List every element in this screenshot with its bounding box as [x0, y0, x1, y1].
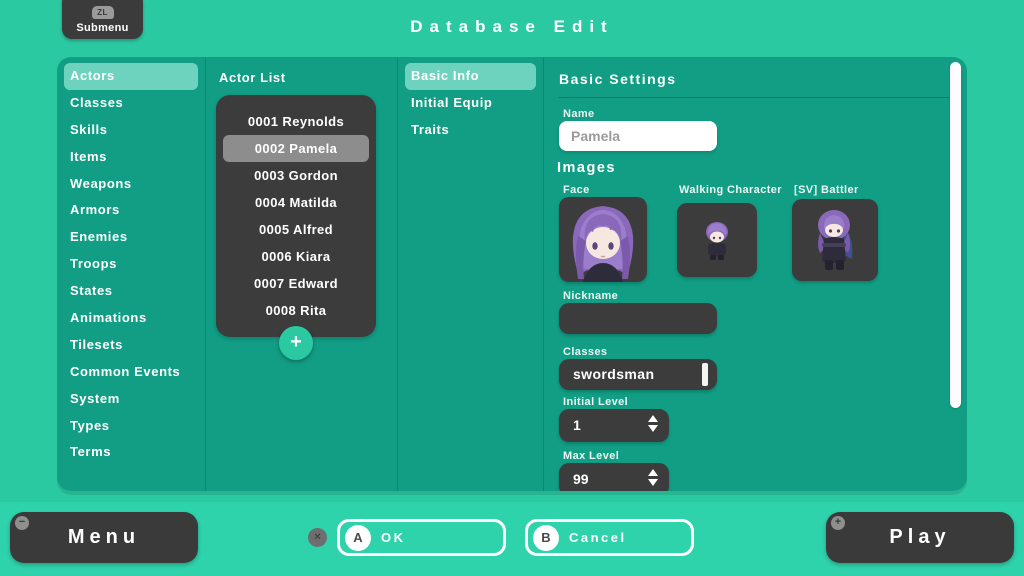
info-tabs-list: Basic Info Initial Equip Traits — [398, 57, 543, 144]
sidebar-item-classes[interactable]: Classes — [64, 90, 198, 117]
cancel-button[interactable]: B Cancel — [525, 519, 694, 556]
minus-button-icon: − — [15, 516, 29, 530]
tab-traits[interactable]: Traits — [405, 117, 536, 144]
database-panel: Actors Classes Skills Items Weapons Armo… — [57, 57, 967, 491]
sidebar-item-system[interactable]: System — [64, 386, 198, 413]
character-face-art — [559, 197, 647, 282]
a-button-icon: A — [345, 525, 371, 551]
classes-dropdown[interactable]: swordsman — [559, 359, 717, 390]
actor-row-0006[interactable]: 0006 Kiara — [223, 243, 369, 270]
actor-list-box: 0001 Reynolds 0002 Pamela 0003 Gordon 00… — [216, 95, 376, 337]
sidebar-item-tilesets[interactable]: Tilesets — [64, 332, 198, 359]
actor-row-0005[interactable]: 0005 Alfred — [223, 216, 369, 243]
x-button-icon: ✕ — [308, 528, 327, 547]
spin-down-icon[interactable] — [648, 425, 658, 432]
dropdown-cursor-icon — [702, 363, 708, 386]
actor-row-0003[interactable]: 0003 Gordon — [223, 162, 369, 189]
category-list: Actors Classes Skills Items Weapons Armo… — [57, 57, 205, 466]
basic-settings-header: Basic Settings — [559, 71, 676, 87]
database-edit-screen: ZL Submenu Database Edit Actors Classes … — [0, 0, 1024, 576]
panel-scrollbar[interactable] — [950, 62, 961, 408]
ok-button[interactable]: A OK — [337, 519, 506, 556]
sidebar-item-troops[interactable]: Troops — [64, 251, 198, 278]
sidebar-item-items[interactable]: Items — [64, 144, 198, 171]
name-input[interactable] — [559, 121, 717, 151]
walking-character-image[interactable] — [677, 203, 757, 277]
sv-battler-art — [792, 199, 878, 281]
actor-row-0008[interactable]: 0008 Rita — [223, 297, 369, 324]
sidebar-item-skills[interactable]: Skills — [64, 117, 198, 144]
max-level-label: Max Level — [563, 450, 619, 462]
stepper-arrows[interactable] — [648, 415, 658, 432]
images-header: Images — [557, 160, 616, 176]
tab-initial-equip[interactable]: Initial Equip — [405, 90, 536, 117]
actor-row-0007[interactable]: 0007 Edward — [223, 270, 369, 297]
stepper-arrows[interactable] — [648, 469, 658, 486]
actor-row-0001[interactable]: 0001 Reynolds — [223, 108, 369, 135]
menu-button[interactable]: − Menu — [10, 512, 198, 563]
play-label: Play — [889, 526, 950, 549]
sidebar-item-terms[interactable]: Terms — [64, 439, 198, 466]
initial-level-label: Initial Level — [563, 396, 628, 408]
initial-level-value: 1 — [573, 409, 581, 442]
actor-row-0004[interactable]: 0004 Matilda — [223, 189, 369, 216]
sidebar-item-states[interactable]: States — [64, 278, 198, 305]
category-sidebar: Actors Classes Skills Items Weapons Armo… — [57, 57, 205, 491]
sv-battler-label: [SV] Battler — [794, 184, 859, 196]
sidebar-item-actors[interactable]: Actors — [64, 63, 198, 90]
face-image[interactable] — [559, 197, 647, 282]
cancel-label: Cancel — [569, 530, 627, 545]
nickname-label: Nickname — [563, 290, 618, 302]
ok-label: OK — [381, 530, 406, 545]
tab-basic-info[interactable]: Basic Info — [405, 63, 536, 90]
actor-list-header: Actor List — [206, 57, 397, 85]
section-divider — [559, 97, 949, 98]
face-label: Face — [563, 184, 590, 196]
sidebar-item-armors[interactable]: Armors — [64, 197, 198, 224]
sidebar-item-enemies[interactable]: Enemies — [64, 224, 198, 251]
nickname-input[interactable] — [559, 303, 717, 334]
sv-battler-image[interactable] — [792, 199, 878, 281]
page-title: Database Edit — [0, 17, 1024, 37]
sidebar-item-animations[interactable]: Animations — [64, 305, 198, 332]
plus-button-icon: + — [831, 516, 845, 530]
actor-list-column: Actor List 0001 Reynolds 0002 Pamela 000… — [205, 57, 397, 491]
classes-value: swordsman — [573, 366, 654, 382]
plus-icon: + — [290, 331, 302, 353]
actor-row-0002[interactable]: 0002 Pamela — [223, 135, 369, 162]
play-button[interactable]: + Play — [826, 512, 1014, 563]
sidebar-item-types[interactable]: Types — [64, 413, 198, 440]
initial-level-stepper[interactable]: 1 — [559, 409, 669, 442]
spin-down-icon[interactable] — [648, 479, 658, 486]
max-level-value: 99 — [573, 463, 589, 491]
max-level-stepper[interactable]: 99 — [559, 463, 669, 491]
name-label: Name — [563, 108, 595, 120]
walking-character-label: Walking Character — [679, 184, 782, 196]
add-actor-button[interactable]: + — [279, 326, 313, 360]
sidebar-item-common-events[interactable]: Common Events — [64, 359, 198, 386]
classes-label: Classes — [563, 346, 607, 358]
spin-up-icon[interactable] — [648, 469, 658, 476]
spin-up-icon[interactable] — [648, 415, 658, 422]
b-button-icon: B — [533, 525, 559, 551]
menu-label: Menu — [68, 526, 140, 549]
sidebar-item-weapons[interactable]: Weapons — [64, 171, 198, 198]
info-tabs-column: Basic Info Initial Equip Traits — [397, 57, 543, 491]
basic-settings-panel: Basic Settings Name Images Face Walking … — [543, 57, 967, 491]
walking-character-art — [677, 203, 757, 277]
